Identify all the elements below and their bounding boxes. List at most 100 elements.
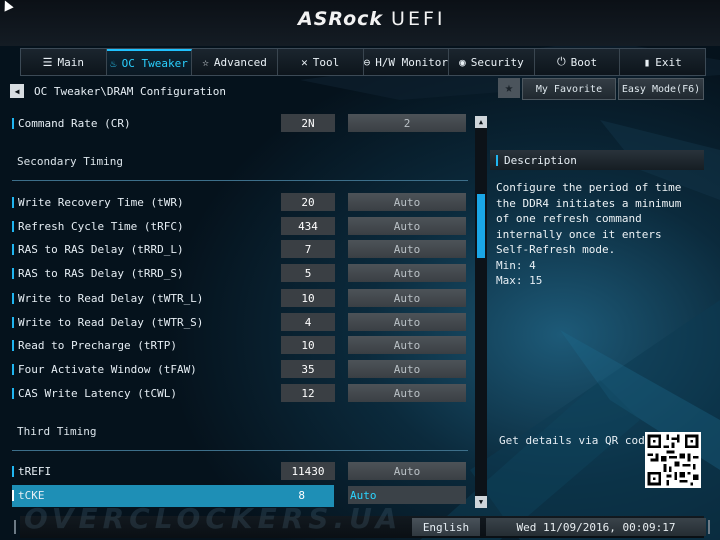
row-marker [12, 268, 14, 279]
tab-advanced[interactable]: ☆ Advanced [192, 49, 278, 75]
description-title: Description [504, 153, 577, 167]
min-value: Min: 4 [496, 259, 536, 272]
option-select[interactable]: 2 [348, 114, 466, 132]
option-select[interactable]: Auto [348, 360, 466, 378]
current-value: 4 [281, 313, 335, 331]
option-select[interactable]: Auto [348, 240, 466, 258]
tab-tool[interactable]: ✕ Tool [278, 49, 364, 75]
setting-label: Write Recovery Time (tWR) [18, 196, 184, 209]
footer-divider [14, 520, 16, 534]
tab-label: OC Tweaker [121, 56, 188, 70]
description-text: Configure the period of time the DDR4 in… [496, 181, 682, 256]
option-select[interactable]: Auto [348, 462, 466, 480]
current-value: 7 [281, 240, 335, 258]
tab-label: Boot [570, 55, 598, 69]
my-favorite-button[interactable]: My Favorite [522, 78, 616, 100]
tab-exit[interactable]: ▮ Exit [620, 49, 705, 75]
setting-row-twtr-s[interactable]: Write to Read Delay (tWTR_S) 4 Auto [12, 312, 468, 334]
tab-oc-tweaker[interactable]: ♨ OC Tweaker [106, 49, 193, 75]
setting-row-command-rate[interactable]: Command Rate (CR) 2N 2 [12, 113, 468, 135]
setting-label: Four Activate Window (tFAW) [18, 363, 197, 376]
option-select[interactable]: Auto [348, 193, 466, 211]
settings-scrollbar[interactable]: ▲ ▼ [475, 116, 487, 508]
row-marker [12, 317, 14, 328]
scroll-thumb[interactable] [477, 194, 485, 258]
setting-row-trtp[interactable]: Read to Precharge (tRTP) 10 Auto [12, 335, 468, 357]
current-value: 12 [281, 384, 335, 402]
brand-name: ASRock [298, 8, 384, 30]
breadcrumb: ◀ OC Tweaker\DRAM Configuration [10, 84, 226, 98]
setting-row-trrd-l[interactable]: RAS to RAS Delay (tRRD_L) 7 Auto [12, 239, 468, 261]
row-marker [12, 364, 14, 375]
description-header: Description [490, 150, 704, 170]
mouse-cursor-icon [0, 0, 14, 12]
setting-row-twr[interactable]: Write Recovery Time (tWR) 20 Auto [12, 192, 468, 214]
row-marker [12, 466, 14, 477]
setting-label: Refresh Cycle Time (tRFC) [18, 220, 184, 233]
setting-label: RAS to RAS Delay (tRRD_S) [18, 267, 184, 280]
setting-label: CAS Write Latency (tCWL) [18, 387, 177, 400]
easy-mode-button[interactable]: Easy Mode(F6) [618, 78, 704, 100]
tab-label: Exit [655, 55, 682, 69]
tab-label: H/W Monitor [375, 55, 449, 69]
tab-security[interactable]: ◉ Security [449, 49, 535, 75]
tab-label: Advanced [213, 55, 267, 69]
description-marker [496, 154, 498, 166]
watermark: OVERCLOCKERS.UA [24, 502, 403, 535]
option-select[interactable]: Auto [348, 289, 466, 307]
tab-boot[interactable]: ⏻ Boot [535, 49, 621, 75]
exit-icon: ▮ [643, 55, 651, 69]
current-value: 11430 [281, 462, 335, 480]
row-marker [12, 293, 14, 304]
setting-label: Read to Precharge (tRTP) [18, 339, 177, 352]
brand-logo: ASRock UEFI [298, 8, 445, 30]
setting-row-twtr-l[interactable]: Write to Read Delay (tWTR_L) 10 Auto [12, 288, 468, 310]
setting-row-trrd-s[interactable]: RAS to RAS Delay (tRRD_S) 5 Auto [12, 263, 468, 285]
setting-row-tfaw[interactable]: Four Activate Window (tFAW) 35 Auto [12, 359, 468, 381]
current-value: 434 [281, 217, 335, 235]
setting-label: tCKE [18, 489, 45, 502]
setting-label: RAS to RAS Delay (tRRD_L) [18, 243, 184, 256]
qr-code-icon [645, 432, 701, 488]
row-marker [12, 490, 14, 501]
setting-row-trfc[interactable]: Refresh Cycle Time (tRFC) 434 Auto [12, 216, 468, 238]
tab-hw-monitor[interactable]: ⊖ H/W Monitor [364, 49, 450, 75]
row-marker [12, 388, 14, 399]
option-select[interactable]: Auto [348, 264, 466, 282]
option-select[interactable]: Auto [348, 313, 466, 331]
current-value: 20 [281, 193, 335, 211]
value-range: Min: 4 Max: 15 [496, 258, 542, 288]
date-time-display: Wed 11/09/2016, 00:09:17 [486, 518, 706, 536]
header: ASRock UEFI [0, 0, 720, 46]
setting-label: Command Rate (CR) [18, 117, 131, 130]
tab-main[interactable]: ☰ Main [21, 49, 107, 75]
star-icon: ☆ [202, 55, 209, 69]
section-divider [12, 180, 468, 181]
setting-label: Write to Read Delay (tWTR_L) [18, 292, 204, 305]
favorite-star-icon[interactable]: ★ [498, 78, 520, 98]
max-value: Max: 15 [496, 274, 543, 287]
breadcrumb-text: OC Tweaker\DRAM Configuration [34, 84, 227, 98]
language-button[interactable]: English [412, 518, 480, 536]
setting-row-tcwl[interactable]: CAS Write Latency (tCWL) 12 Auto [12, 383, 468, 405]
section-title-secondary: Secondary Timing [17, 155, 123, 168]
option-select[interactable]: Auto [348, 217, 466, 235]
option-select[interactable]: Auto [348, 384, 466, 402]
option-select[interactable]: Auto [348, 336, 466, 354]
scroll-down-arrow-icon[interactable]: ▼ [475, 496, 487, 508]
back-arrow-icon[interactable]: ◀ [10, 84, 24, 98]
setting-label: tREFI [18, 465, 52, 478]
scroll-up-arrow-icon[interactable]: ▲ [475, 116, 487, 128]
current-value: 5 [281, 264, 335, 282]
flame-icon: ♨ [110, 56, 117, 70]
current-value: 10 [281, 336, 335, 354]
product-name: UEFI [391, 8, 446, 30]
tab-label: Main [57, 55, 85, 69]
tab-label: Tool [312, 55, 340, 69]
setting-label: Write to Read Delay (tWTR_S) [18, 316, 204, 329]
setting-row-trefi[interactable]: tREFI 11430 Auto [12, 461, 468, 483]
list-icon: ☰ [42, 55, 53, 69]
main-tab-bar: ☰ Main ♨ OC Tweaker ☆ Advanced ✕ Tool ⊖ H/W M… [20, 48, 706, 76]
power-icon: ⏻ [556, 55, 566, 68]
footer-divider [708, 520, 710, 534]
